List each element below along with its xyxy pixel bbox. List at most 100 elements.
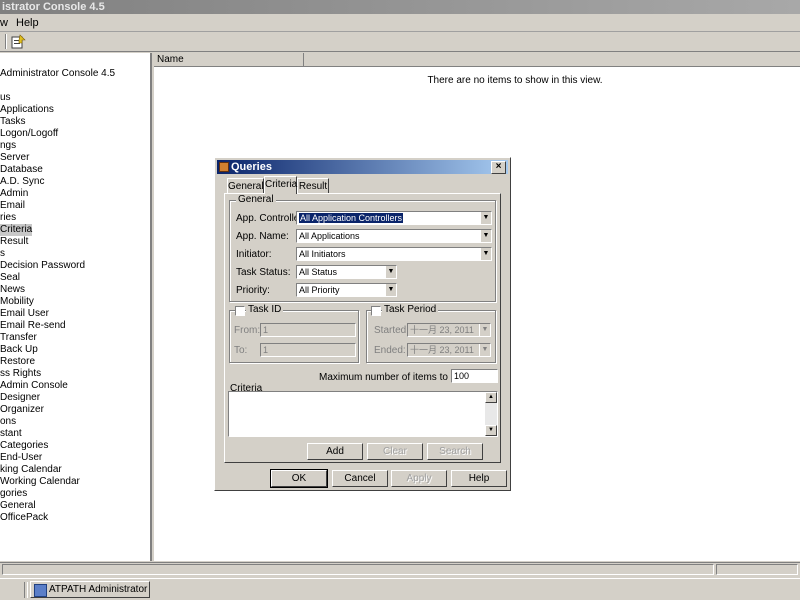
- criteria-textarea[interactable]: ▲ ▼: [228, 391, 498, 437]
- tree-item[interactable]: OfficePack: [0, 512, 48, 524]
- tree-item[interactable]: A.D. Sync: [0, 176, 44, 188]
- tree-item[interactable]: ss Rights: [0, 368, 41, 380]
- task-status-select[interactable]: All Status ▼: [296, 265, 397, 279]
- tree-item[interactable]: us: [0, 92, 11, 104]
- tree-item[interactable]: Applications: [0, 104, 54, 116]
- task-id-group: Task ID From: 1 To: 1: [229, 304, 359, 363]
- priority-select[interactable]: All Priority ▼: [296, 283, 397, 297]
- tree-item[interactable]: Criteria: [0, 224, 33, 236]
- apply-button[interactable]: Apply: [391, 470, 447, 487]
- chevron-down-icon[interactable]: ▼: [479, 324, 490, 336]
- help-button[interactable]: Help: [451, 470, 507, 487]
- task-period-label: Task Period: [382, 304, 439, 315]
- tree-item[interactable]: ries: [0, 212, 16, 224]
- column-header-name[interactable]: Name: [154, 53, 304, 67]
- task-id-from-label: From:: [234, 325, 261, 336]
- general-group: General App. Controller: All Application…: [229, 194, 496, 302]
- tab-criteria[interactable]: Criteria: [264, 176, 297, 194]
- dialog-close-button[interactable]: ×: [491, 161, 506, 174]
- properties-icon: [11, 34, 26, 49]
- chevron-down-icon[interactable]: ▼: [385, 284, 396, 296]
- tree-item[interactable]: Designer: [0, 392, 40, 404]
- tree-item[interactable]: stant: [0, 428, 22, 440]
- window-title-bar[interactable]: istrator Console 4.5: [0, 0, 800, 14]
- app-controller-value: All Application Controllers: [299, 213, 404, 223]
- search-button[interactable]: Search: [427, 443, 483, 460]
- task-period-ended-label: Ended:: [374, 345, 406, 356]
- task-id-label: Task ID: [246, 304, 284, 315]
- tree-item[interactable]: End-User: [0, 452, 42, 464]
- menu-help[interactable]: Help: [16, 17, 39, 29]
- tree-item[interactable]: Email Re-send: [0, 320, 66, 332]
- tree-item[interactable]: s: [0, 248, 5, 260]
- window-title: istrator Console 4.5: [2, 1, 105, 13]
- taskbar: ATPATH Administrator C...: [0, 578, 800, 600]
- scroll-down-icon[interactable]: ▼: [485, 425, 497, 436]
- tree-item[interactable]: king Calendar: [0, 464, 62, 476]
- toolbar: [0, 32, 800, 52]
- tree-item[interactable]: Database: [0, 164, 43, 176]
- tree-item[interactable]: Organizer: [0, 404, 44, 416]
- chevron-down-icon[interactable]: ▼: [480, 230, 491, 242]
- tab-general[interactable]: General: [227, 178, 264, 193]
- tree-item[interactable]: Seal: [0, 272, 20, 284]
- tree-item[interactable]: gories: [0, 488, 27, 500]
- task-id-to-label: To:: [234, 345, 248, 356]
- tree-item[interactable]: Decision Password: [0, 260, 85, 272]
- ok-button[interactable]: OK: [270, 469, 328, 488]
- task-period-checkbox[interactable]: [371, 306, 381, 316]
- taskbar-separator: [24, 582, 28, 598]
- tree-item[interactable]: News: [0, 284, 25, 296]
- tree-item[interactable]: Tasks: [0, 116, 26, 128]
- task-id-to-input[interactable]: 1: [260, 343, 356, 357]
- chevron-down-icon[interactable]: ▼: [480, 212, 491, 224]
- tree-item[interactable]: Admin: [0, 188, 28, 200]
- tree-item[interactable]: Result: [0, 236, 28, 248]
- tree-item[interactable]: Back Up: [0, 344, 38, 356]
- tree-item[interactable]: Email: [0, 200, 25, 212]
- chevron-down-icon[interactable]: ▼: [479, 344, 490, 356]
- cancel-button[interactable]: Cancel: [332, 470, 388, 487]
- tree-item[interactable]: ngs: [0, 140, 16, 152]
- queries-icon: [219, 162, 229, 172]
- scroll-up-icon[interactable]: ▲: [485, 392, 497, 403]
- tree-item[interactable]: Email User: [0, 308, 49, 320]
- app-name-label: App. Name:: [236, 231, 289, 242]
- tree-item[interactable]: Working Calendar: [0, 476, 80, 488]
- tree-item[interactable]: General: [0, 500, 36, 512]
- tree-item[interactable]: Restore: [0, 356, 35, 368]
- task-id-checkbox[interactable]: [235, 306, 245, 316]
- tree-item[interactable]: Server: [0, 152, 29, 164]
- status-cell-main: [2, 564, 714, 575]
- tree-item[interactable]: Administrator Console 4.5: [0, 68, 115, 80]
- dialog-title-bar[interactable]: Queries ×: [217, 160, 508, 174]
- task-id-from-input[interactable]: 1: [260, 323, 356, 337]
- tree-item[interactable]: Mobility: [0, 296, 34, 308]
- task-period-ended-picker[interactable]: 十一月 23, 2011 ▼: [407, 343, 491, 357]
- add-button[interactable]: Add: [307, 443, 363, 460]
- tree-item[interactable]: Categories: [0, 440, 48, 452]
- chevron-down-icon[interactable]: ▼: [480, 248, 491, 260]
- app-icon: [34, 584, 47, 597]
- menu-view[interactable]: w: [0, 17, 8, 29]
- column-header-blank[interactable]: [304, 53, 800, 67]
- tree-item[interactable]: Logon/Logoff: [0, 128, 58, 140]
- initiator-label: Initiator:: [236, 249, 272, 260]
- app-name-select[interactable]: All Applications ▼: [296, 229, 492, 243]
- app-controller-select[interactable]: All Application Controllers ▼: [296, 211, 492, 225]
- tab-result[interactable]: Result: [297, 178, 329, 193]
- tree-item[interactable]: ons: [0, 416, 16, 428]
- taskbar-app-button[interactable]: ATPATH Administrator C...: [30, 581, 150, 598]
- tree-item[interactable]: Transfer: [0, 332, 37, 344]
- max-items-input[interactable]: 100: [451, 369, 498, 383]
- chevron-down-icon[interactable]: ▼: [385, 266, 396, 278]
- taskbar-app-label: ATPATH Administrator C...: [49, 584, 149, 595]
- navigation-tree[interactable]: Administrator Console 4.5 us Applications T…: [0, 53, 152, 561]
- properties-toolbar-button[interactable]: [10, 34, 26, 50]
- clear-button[interactable]: Clear: [367, 443, 423, 460]
- criteria-scrollbar[interactable]: ▲ ▼: [485, 392, 497, 436]
- status-cell-secondary: [716, 564, 798, 575]
- tree-item[interactable]: Admin Console: [0, 380, 68, 392]
- initiator-select[interactable]: All Initiators ▼: [296, 247, 492, 261]
- task-period-started-picker[interactable]: 十一月 23, 2011 ▼: [407, 323, 491, 337]
